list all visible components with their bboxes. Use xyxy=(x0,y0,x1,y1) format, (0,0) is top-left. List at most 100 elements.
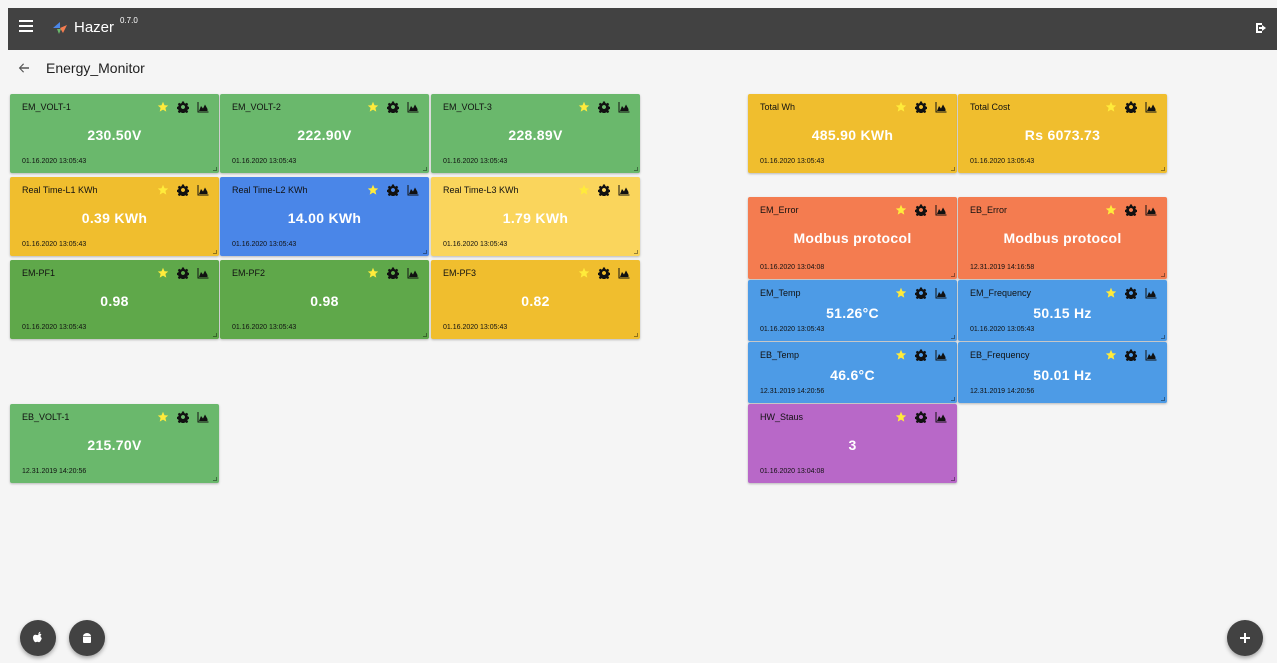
widget-tile[interactable]: Total Cost Rs 6073.73 01.16.2020 13:05:43 xyxy=(958,94,1167,173)
widget-tile[interactable]: Total Wh 485.90 KWh 01.16.2020 13:05:43 xyxy=(748,94,957,173)
star-icon[interactable] xyxy=(1105,100,1117,112)
menu-icon[interactable] xyxy=(19,20,33,34)
gear-icon[interactable] xyxy=(1124,286,1138,301)
gear-icon[interactable] xyxy=(1124,348,1138,363)
star-icon[interactable] xyxy=(157,410,169,422)
arrow-left-icon[interactable] xyxy=(18,62,30,74)
gear-icon[interactable] xyxy=(597,183,611,198)
resize-handle[interactable] xyxy=(951,477,955,481)
widget-tile[interactable]: EM-PF1 0.98 01.16.2020 13:05:43 xyxy=(10,260,219,339)
gear-icon[interactable] xyxy=(597,100,611,115)
gear-icon[interactable] xyxy=(914,348,928,363)
area-chart-icon[interactable] xyxy=(618,100,630,113)
widget-tile[interactable]: EM_Error Modbus protocol 01.16.2020 13:04:… xyxy=(748,197,957,279)
star-icon[interactable] xyxy=(578,183,590,195)
star-icon[interactable] xyxy=(895,286,907,298)
widget-tile[interactable]: EM_VOLT-1 230.50V 01.16.2020 13:05:43 xyxy=(10,94,219,173)
area-chart-icon[interactable] xyxy=(935,286,947,299)
area-chart-icon[interactable] xyxy=(618,183,630,196)
logout-icon[interactable] xyxy=(1255,21,1269,35)
star-icon[interactable] xyxy=(367,100,379,112)
resize-handle[interactable] xyxy=(213,250,217,254)
star-icon[interactable] xyxy=(578,266,590,278)
gear-icon[interactable] xyxy=(1124,203,1138,218)
resize-handle[interactable] xyxy=(213,333,217,337)
resize-handle[interactable] xyxy=(1161,397,1165,401)
resize-handle[interactable] xyxy=(1161,335,1165,339)
resize-handle[interactable] xyxy=(1161,273,1165,277)
star-icon[interactable] xyxy=(157,100,169,112)
gear-icon[interactable] xyxy=(386,183,400,198)
star-icon[interactable] xyxy=(157,266,169,278)
widget-tile[interactable]: EB_VOLT-1 215.70V 12.31.2019 14:20:56 xyxy=(10,404,219,483)
star-icon[interactable] xyxy=(895,410,907,422)
resize-handle[interactable] xyxy=(634,250,638,254)
star-icon[interactable] xyxy=(895,348,907,360)
apple-app-button[interactable] xyxy=(20,620,56,656)
star-icon[interactable] xyxy=(367,183,379,195)
star-icon[interactable] xyxy=(895,203,907,215)
resize-handle[interactable] xyxy=(951,167,955,171)
resize-handle[interactable] xyxy=(423,333,427,337)
gear-icon[interactable] xyxy=(176,183,190,198)
widget-tile[interactable]: EB_Frequency 50.01 Hz 12.31.2019 14:20:56 xyxy=(958,342,1167,403)
widget-tile[interactable]: EM-PF3 0.82 01.16.2020 13:05:43 xyxy=(431,260,640,339)
star-icon[interactable] xyxy=(578,100,590,112)
star-icon[interactable] xyxy=(895,100,907,112)
area-chart-icon[interactable] xyxy=(197,266,209,279)
area-chart-icon[interactable] xyxy=(935,348,947,361)
resize-handle[interactable] xyxy=(213,167,217,171)
star-icon[interactable] xyxy=(1105,348,1117,360)
gear-icon[interactable] xyxy=(597,266,611,281)
star-icon[interactable] xyxy=(1105,203,1117,215)
area-chart-icon[interactable] xyxy=(1145,348,1157,361)
star-icon[interactable] xyxy=(367,266,379,278)
gear-icon[interactable] xyxy=(386,266,400,281)
area-chart-icon[interactable] xyxy=(935,203,947,216)
star-icon[interactable] xyxy=(1105,286,1117,298)
gear-icon[interactable] xyxy=(386,100,400,115)
gear-icon[interactable] xyxy=(176,266,190,281)
widget-tile[interactable]: EM_Frequency 50.15 Hz 01.16.2020 13:05:43 xyxy=(958,280,1167,341)
area-chart-icon[interactable] xyxy=(407,266,419,279)
resize-handle[interactable] xyxy=(951,335,955,339)
gear-icon[interactable] xyxy=(1124,100,1138,115)
widget-tile[interactable]: Real Time-L1 KWh 0.39 KWh 01.16.2020 13:05… xyxy=(10,177,219,256)
area-chart-icon[interactable] xyxy=(197,100,209,113)
gear-icon[interactable] xyxy=(914,203,928,218)
gear-icon[interactable] xyxy=(914,286,928,301)
resize-handle[interactable] xyxy=(213,477,217,481)
star-icon[interactable] xyxy=(157,183,169,195)
gear-icon[interactable] xyxy=(914,100,928,115)
widget-tile[interactable]: EB_Temp 46.6°C 12.31.2019 14:20:56 xyxy=(748,342,957,403)
widget-tile[interactable]: EM_VOLT-2 222.90V 01.16.2020 13:05:43 xyxy=(220,94,429,173)
widget-tile[interactable]: EM_Temp 51.26°C 01.16.2020 13:05:43 xyxy=(748,280,957,341)
area-chart-icon[interactable] xyxy=(407,183,419,196)
gear-icon[interactable] xyxy=(914,410,928,425)
widget-tile[interactable]: EM-PF2 0.98 01.16.2020 13:05:43 xyxy=(220,260,429,339)
area-chart-icon[interactable] xyxy=(935,410,947,423)
area-chart-icon[interactable] xyxy=(407,100,419,113)
resize-handle[interactable] xyxy=(634,167,638,171)
area-chart-icon[interactable] xyxy=(1145,203,1157,216)
resize-handle[interactable] xyxy=(1161,167,1165,171)
widget-tile[interactable]: HW_Staus 3 01.16.2020 13:04:08 xyxy=(748,404,957,483)
area-chart-icon[interactable] xyxy=(618,266,630,279)
widget-tile[interactable]: Real Time-L2 KWh 14.00 KWh 01.16.2020 13:0… xyxy=(220,177,429,256)
widget-tile[interactable]: EM_VOLT-3 228.89V 01.16.2020 13:05:43 xyxy=(431,94,640,173)
add-widget-button[interactable] xyxy=(1227,620,1263,656)
resize-handle[interactable] xyxy=(423,250,427,254)
area-chart-icon[interactable] xyxy=(1145,100,1157,113)
area-chart-icon[interactable] xyxy=(935,100,947,113)
gear-icon[interactable] xyxy=(176,410,190,425)
widget-tile[interactable]: EB_Error Modbus protocol 12.31.2019 14:16:… xyxy=(958,197,1167,279)
resize-handle[interactable] xyxy=(951,273,955,277)
area-chart-icon[interactable] xyxy=(197,410,209,423)
gear-icon[interactable] xyxy=(176,100,190,115)
resize-handle[interactable] xyxy=(951,397,955,401)
resize-handle[interactable] xyxy=(423,167,427,171)
resize-handle[interactable] xyxy=(634,333,638,337)
android-app-button[interactable] xyxy=(69,620,105,656)
area-chart-icon[interactable] xyxy=(197,183,209,196)
widget-tile[interactable]: Real Time-L3 KWh 1.79 KWh 01.16.2020 13:05… xyxy=(431,177,640,256)
